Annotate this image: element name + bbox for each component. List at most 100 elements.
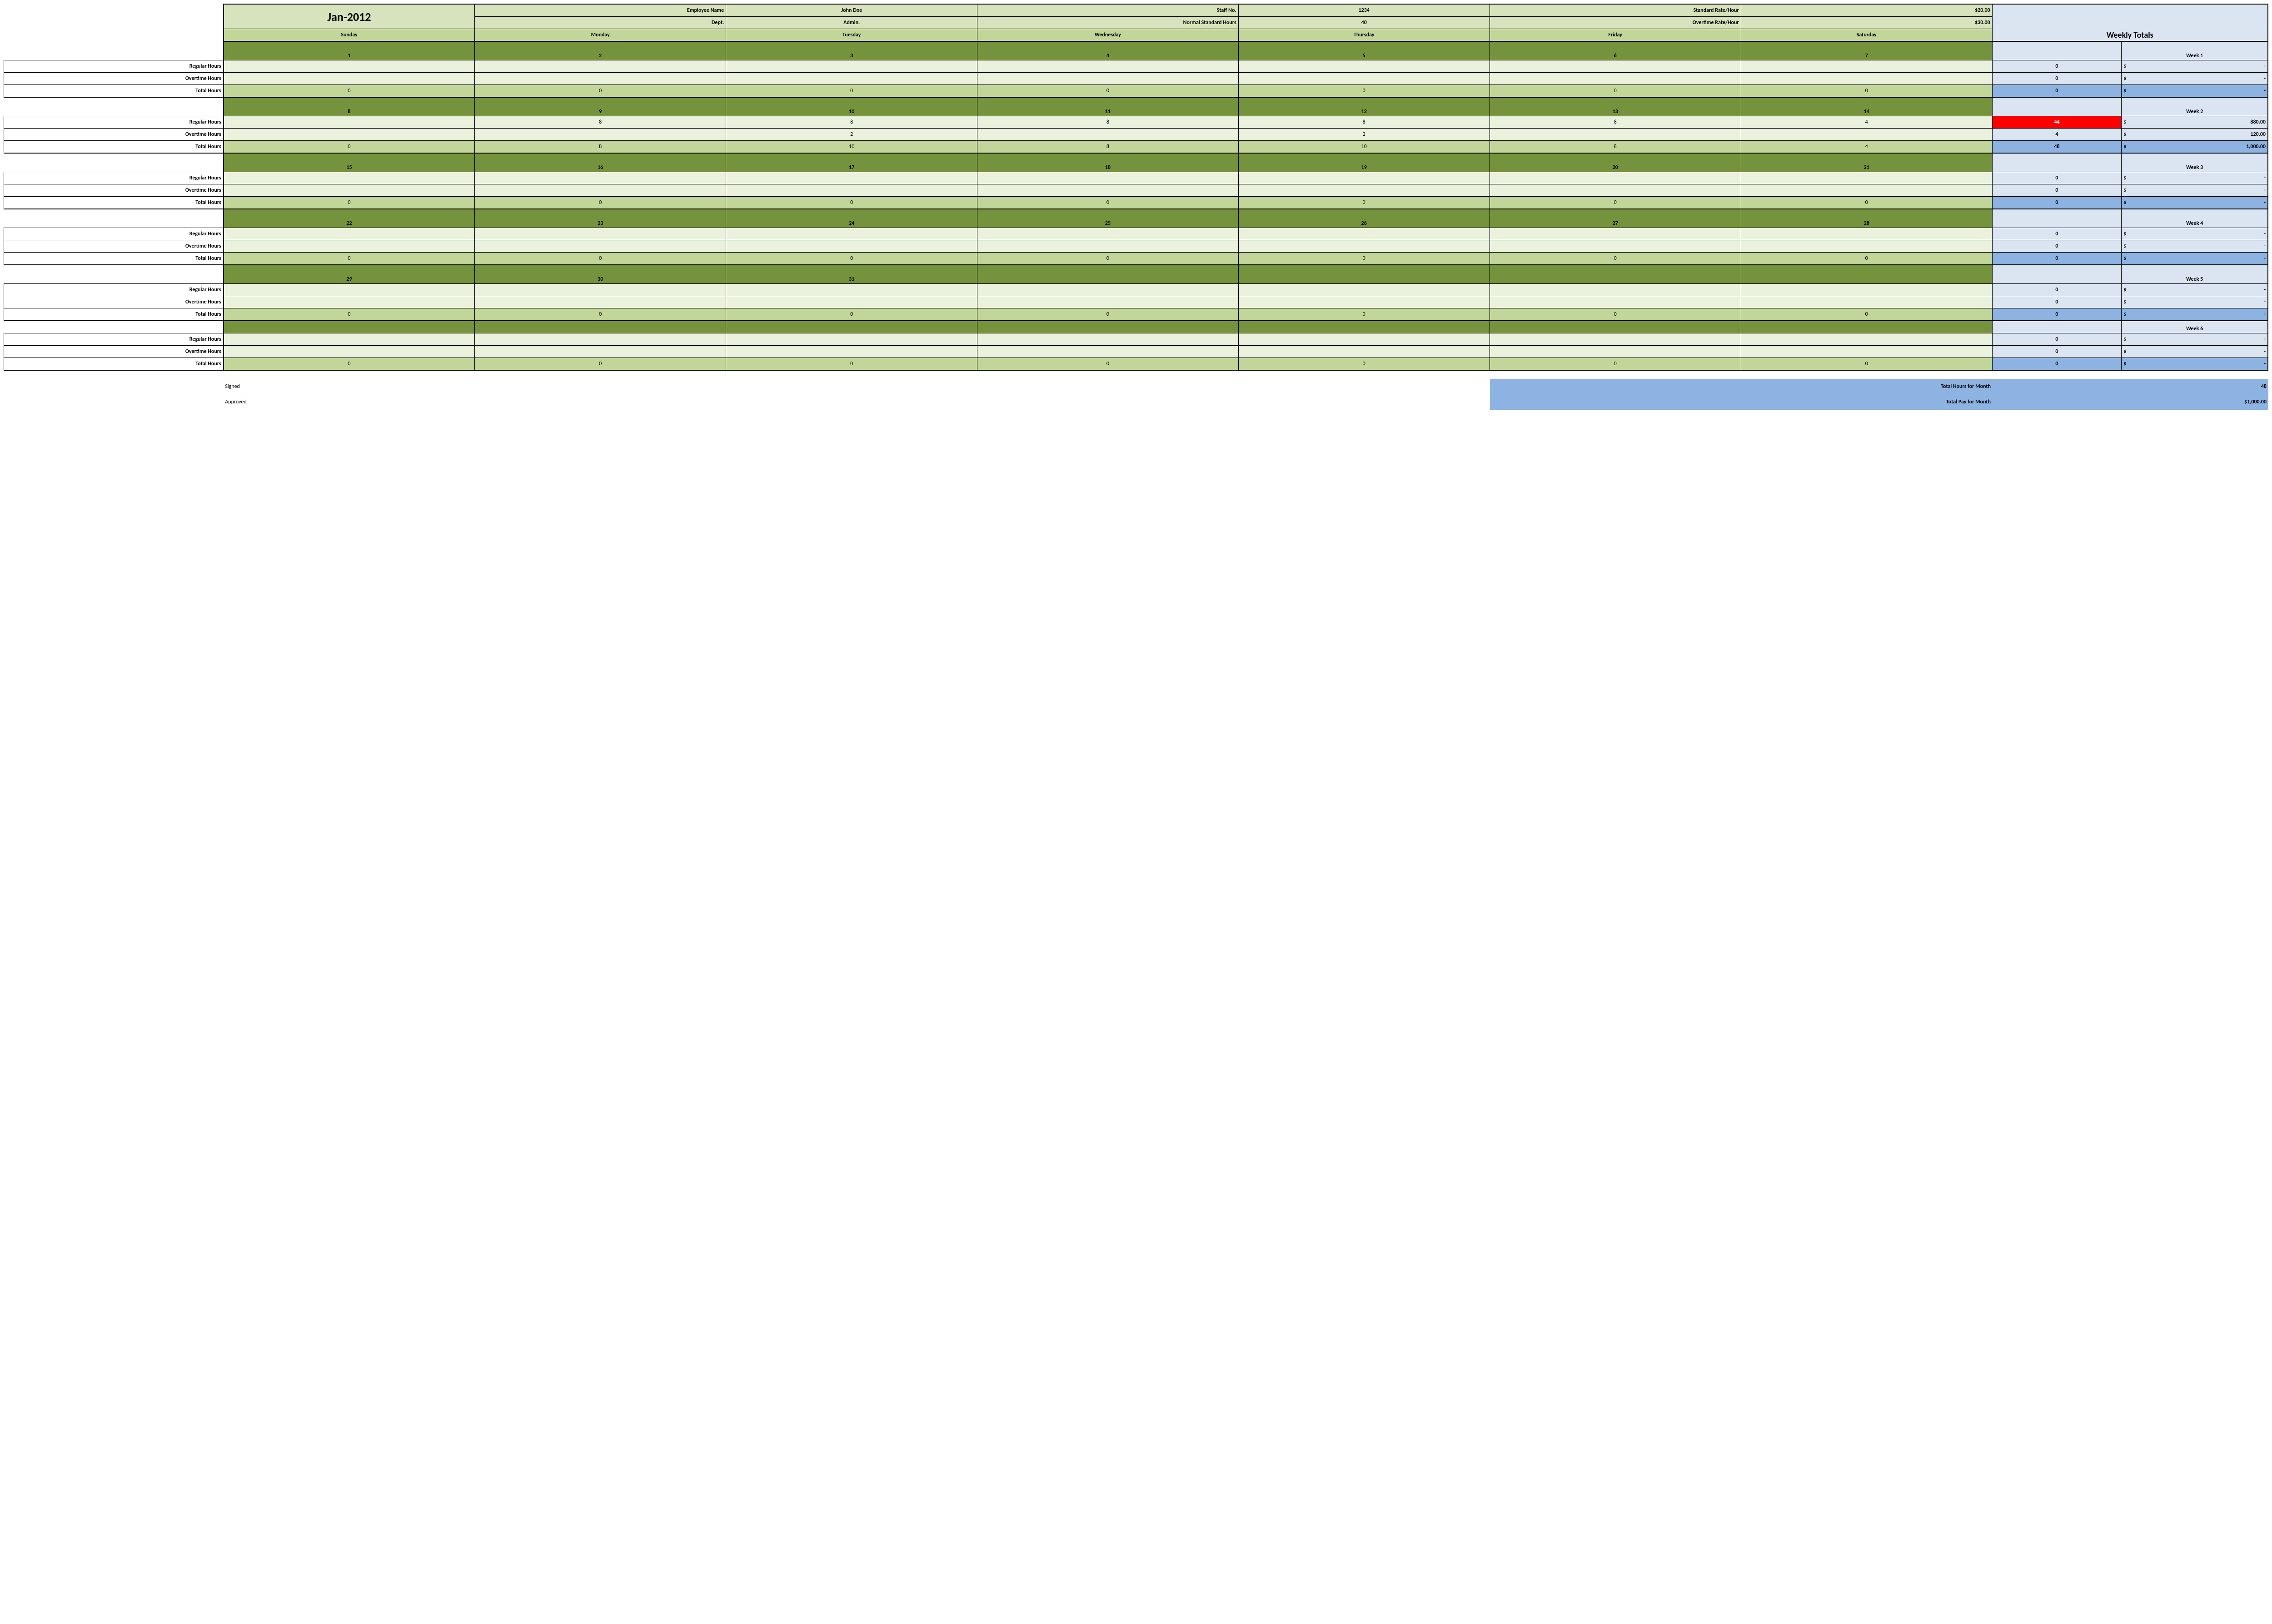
regular-hours-cell[interactable]	[224, 333, 475, 346]
overtime-hours-cell[interactable]	[1238, 296, 1490, 308]
total-hours-label: Total Hours	[4, 308, 224, 321]
overtime-hours-cell[interactable]	[726, 296, 977, 308]
overtime-hours-cell[interactable]	[977, 296, 1238, 308]
regular-hours-cell[interactable]	[1238, 60, 1490, 73]
regular-hours-cell[interactable]	[1238, 228, 1490, 240]
overtime-hours-cell[interactable]	[1238, 240, 1490, 253]
regular-hours-cell[interactable]	[1490, 333, 1741, 346]
regular-hours-cell[interactable]	[224, 228, 475, 240]
overtime-hours-cell[interactable]	[1490, 184, 1741, 197]
regular-hours-cell[interactable]	[726, 284, 977, 296]
overtime-hours-cell[interactable]	[1490, 240, 1741, 253]
regular-hours-cell[interactable]	[1741, 172, 1992, 184]
regular-hours-cell[interactable]	[726, 172, 977, 184]
overtime-hours-cell[interactable]	[475, 240, 726, 253]
overtime-hours-cell[interactable]	[475, 346, 726, 358]
overtime-hours-cell[interactable]	[1238, 346, 1490, 358]
overtime-hours-cell[interactable]	[726, 184, 977, 197]
regular-hours-cell[interactable]	[726, 60, 977, 73]
regular-hours-cell[interactable]	[1490, 228, 1741, 240]
regular-hours-cell[interactable]	[1238, 284, 1490, 296]
regular-hours-cell[interactable]	[977, 333, 1238, 346]
overtime-hours-cell[interactable]	[977, 346, 1238, 358]
total-hours-cell: 0	[1741, 197, 1992, 209]
overtime-hours-cell[interactable]: 2	[1238, 129, 1490, 141]
regular-hours-cell[interactable]	[1490, 172, 1741, 184]
regular-hours-cell[interactable]	[475, 228, 726, 240]
overtime-hours-cell[interactable]	[977, 129, 1238, 141]
regular-hours-cell[interactable]	[475, 284, 726, 296]
overtime-hours-cell[interactable]	[726, 346, 977, 358]
overtime-hours-cell[interactable]	[475, 129, 726, 141]
week-overtime-amount: $-	[2122, 296, 2268, 308]
regular-hours-cell[interactable]	[977, 228, 1238, 240]
regular-hours-cell[interactable]	[1741, 333, 1992, 346]
overtime-hours-cell[interactable]	[224, 129, 475, 141]
overtime-hours-cell[interactable]	[224, 296, 475, 308]
total-hours-cell: 10	[1238, 141, 1490, 154]
overtime-hours-cell[interactable]	[1741, 296, 1992, 308]
empname-label: Employee Name	[475, 4, 726, 17]
regular-hours-cell[interactable]	[475, 333, 726, 346]
overtime-hours-cell[interactable]	[1741, 129, 1992, 141]
overtime-hours-cell[interactable]	[1238, 184, 1490, 197]
approved-line[interactable]	[475, 394, 977, 410]
overtime-hours-cell[interactable]	[1741, 73, 1992, 85]
overtime-hours-cell[interactable]	[1490, 129, 1741, 141]
regular-hours-cell[interactable]	[726, 333, 977, 346]
regular-hours-cell[interactable]	[977, 172, 1238, 184]
week-overtime-amount: $120.00	[2122, 129, 2268, 141]
overtime-hours-cell[interactable]	[1238, 73, 1490, 85]
overtime-hours-cell[interactable]	[726, 73, 977, 85]
regular-hours-cell[interactable]	[1741, 284, 1992, 296]
regular-hours-cell[interactable]	[475, 172, 726, 184]
regular-hours-cell[interactable]	[1741, 60, 1992, 73]
overtime-hours-cell[interactable]	[977, 73, 1238, 85]
regular-hours-cell[interactable]	[1490, 60, 1741, 73]
week-regular-amount: $-	[2122, 60, 2268, 73]
overtime-hours-cell[interactable]	[1741, 184, 1992, 197]
regular-hours-cell[interactable]	[977, 284, 1238, 296]
staffno-label: Staff No.	[977, 4, 1238, 17]
overtime-hours-cell[interactable]	[224, 346, 475, 358]
regular-hours-cell[interactable]	[977, 60, 1238, 73]
overtime-hours-cell[interactable]	[977, 240, 1238, 253]
regular-hours-cell[interactable]	[224, 60, 475, 73]
regular-hours-cell[interactable]	[224, 172, 475, 184]
overtime-hours-cell[interactable]	[224, 184, 475, 197]
overtime-hours-cell[interactable]	[224, 240, 475, 253]
overtime-hours-cell[interactable]	[475, 73, 726, 85]
signed-line[interactable]	[475, 379, 977, 394]
overtime-hours-cell[interactable]	[1490, 73, 1741, 85]
overtime-hours-cell[interactable]	[224, 73, 475, 85]
regular-hours-cell[interactable]	[1490, 284, 1741, 296]
regular-hours-cell[interactable]	[1238, 172, 1490, 184]
regular-hours-cell[interactable]	[224, 284, 475, 296]
regular-hours-cell[interactable]	[726, 228, 977, 240]
total-hours-cell: 0	[1238, 253, 1490, 265]
overtime-hours-cell[interactable]	[1490, 296, 1741, 308]
overtime-hours-cell[interactable]	[1741, 240, 1992, 253]
overtime-hours-cell[interactable]	[1741, 346, 1992, 358]
day-header: Thursday	[1238, 29, 1490, 42]
regular-hours-cell[interactable]	[475, 60, 726, 73]
regular-hours-cell[interactable]	[1238, 333, 1490, 346]
regular-hours-cell[interactable]	[1741, 228, 1992, 240]
overtime-hours-cell[interactable]	[1490, 346, 1741, 358]
regular-hours-cell[interactable]: 8	[1490, 116, 1741, 129]
overtime-hours-cell[interactable]: 2	[726, 129, 977, 141]
total-hours-cell: 0	[1741, 358, 1992, 371]
overtime-hours-cell[interactable]	[475, 184, 726, 197]
regular-hours-cell[interactable]: 8	[726, 116, 977, 129]
regular-hours-cell[interactable]	[224, 116, 475, 129]
overtime-hours-cell[interactable]	[977, 184, 1238, 197]
regular-hours-cell[interactable]: 4	[1741, 116, 1992, 129]
total-hours-cell: 0	[1238, 197, 1490, 209]
total-hours-cell: 0	[1490, 85, 1741, 98]
overtime-hours-cell[interactable]	[726, 240, 977, 253]
regular-hours-cell[interactable]: 8	[475, 116, 726, 129]
overtime-hours-cell[interactable]	[475, 296, 726, 308]
regular-hours-cell[interactable]: 8	[1238, 116, 1490, 129]
regular-hours-cell[interactable]: 8	[977, 116, 1238, 129]
date-cell: 16	[475, 153, 726, 172]
